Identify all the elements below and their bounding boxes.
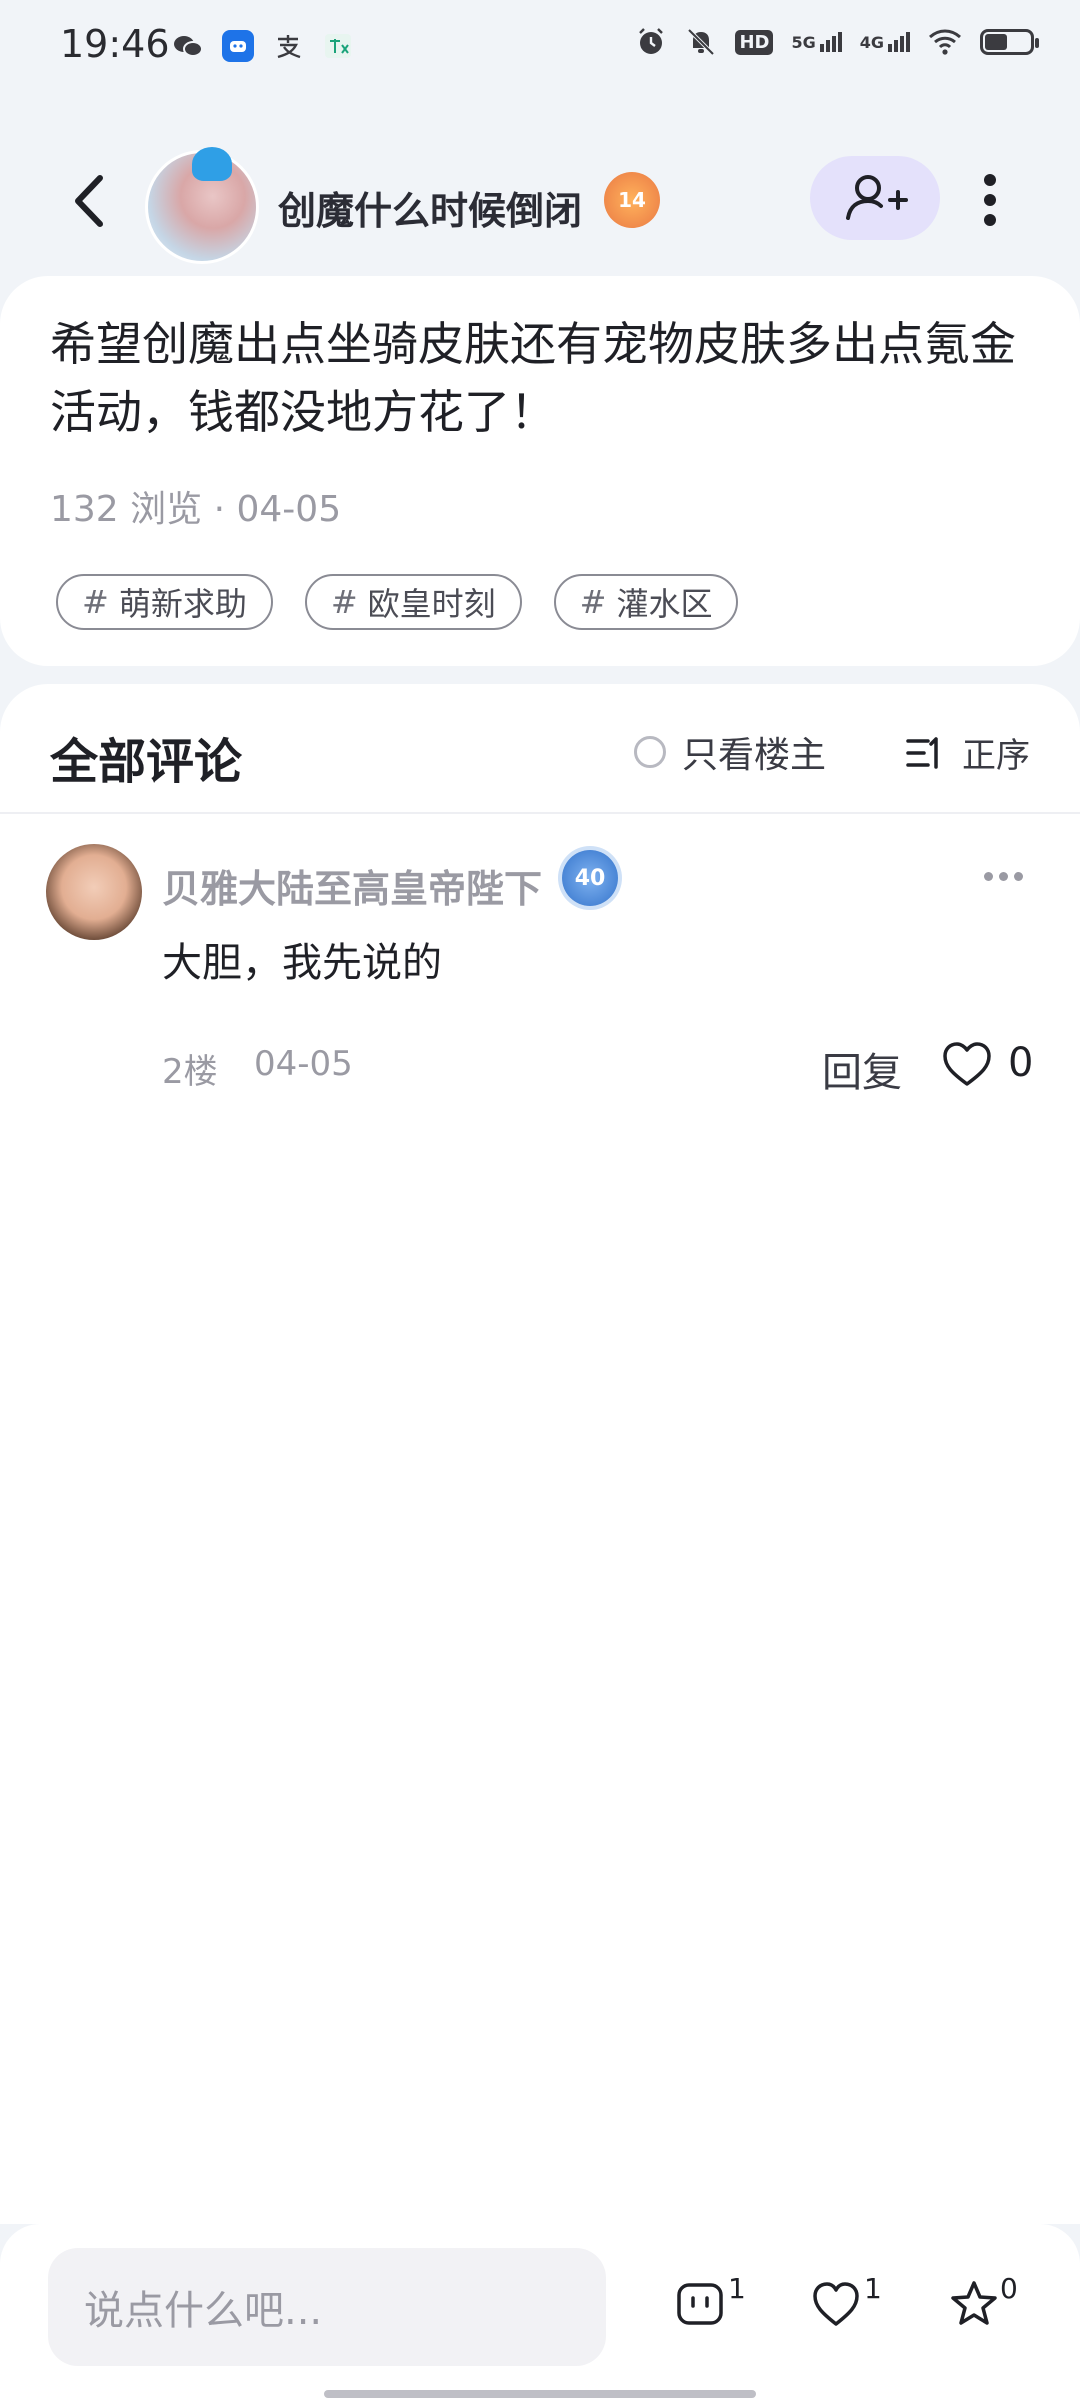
author-level-badge: 14 — [604, 172, 660, 228]
tag-chip[interactable]: # 灌水区 — [553, 574, 739, 630]
sort-icon — [906, 736, 938, 769]
post-header: 创魔什么时候倒闭 14 — [0, 140, 1080, 264]
home-indicator[interactable] — [324, 2390, 756, 2398]
app-icon — [222, 30, 254, 62]
hash-icon: # — [579, 583, 607, 621]
comment-floor: 2楼 — [162, 1052, 218, 1092]
favorite-count: 0 — [1000, 2272, 1018, 2305]
commenter-level-badge: 40 — [562, 850, 618, 906]
comments-title: 全部评论 — [50, 734, 243, 790]
4g-signal-icon: 4G — [860, 32, 910, 52]
comments-section: 全部评论 只看楼主 正序 贝雅大陆至高皇帝陛下 40 大胆，我先说的 2楼 04… — [0, 684, 1080, 2224]
translate-icon — [322, 30, 354, 62]
comment-icon — [677, 2283, 723, 2325]
post-meta: 132 浏览 · 04-05 — [50, 489, 342, 530]
chevron-left-icon — [75, 175, 103, 227]
sort-button[interactable]: 正序 — [904, 728, 1030, 777]
author-name[interactable]: 创魔什么时候倒闭 — [278, 180, 582, 235]
status-time: 19:46 — [60, 22, 170, 66]
comment-input[interactable]: 说点什么吧... — [48, 2248, 606, 2366]
hash-icon: # — [82, 583, 109, 621]
comment-button[interactable] — [674, 2278, 726, 2330]
reply-button[interactable]: 回复 — [822, 1040, 902, 1098]
comment-more-button[interactable] — [984, 872, 1023, 881]
commenter-name[interactable]: 贝雅大陆至高皇帝陛下 — [162, 858, 542, 913]
comment-count: 1 — [728, 2272, 746, 2305]
status-bar: 19:46 HD 5G 4G — [0, 0, 1080, 96]
heart-icon — [943, 1042, 991, 1086]
like-button[interactable] — [810, 2278, 862, 2330]
radio-icon — [634, 736, 666, 768]
alarm-icon — [639, 28, 664, 54]
star-icon — [951, 2281, 997, 2325]
tag-chip[interactable]: # 萌新求助 — [56, 574, 273, 630]
commenter-avatar[interactable] — [46, 844, 142, 940]
hash-icon: # — [330, 583, 358, 621]
only-author-toggle[interactable]: 只看楼主 — [634, 726, 826, 778]
like-count: 1 — [864, 2272, 882, 2305]
hd-icon: HD — [735, 29, 774, 55]
status-right-icons: HD 5G 4G — [635, 26, 1039, 58]
comment-like-count: 0 — [1008, 1040, 1034, 1086]
alipay-icon — [272, 30, 304, 62]
status-left-icons — [172, 30, 354, 62]
post-tags: # 萌新求助 # 欧皇时刻 # 灌水区 — [56, 574, 739, 630]
add-user-icon — [846, 175, 908, 220]
author-avatar[interactable] — [145, 147, 259, 264]
favorite-button[interactable] — [948, 2278, 1000, 2330]
follow-button[interactable] — [810, 156, 940, 240]
comment-date: 04-05 — [254, 1044, 353, 1084]
tag-chip[interactable]: # 欧皇时刻 — [304, 574, 522, 630]
post-card: 希望创魔出点坐骑皮肤还有宠物皮肤多出点氪金活动，钱都没地方花了！ 132 浏览 … — [0, 276, 1080, 666]
more-options-button[interactable] — [978, 170, 1002, 230]
battery-icon — [980, 29, 1039, 55]
bottom-action-bar: 说点什么吧... 1 1 0 — [0, 2224, 1080, 2404]
comment-like-button[interactable] — [940, 1040, 994, 1090]
wechat-icon — [172, 30, 204, 62]
comments-header: 全部评论 只看楼主 正序 — [0, 684, 1080, 814]
back-button[interactable] — [60, 166, 120, 236]
vertical-dots-icon — [984, 174, 996, 226]
comment-text: 大胆，我先说的 — [162, 940, 442, 986]
5g-signal-icon: 5G — [791, 32, 842, 52]
comment-item: 贝雅大陆至高皇帝陛下 40 大胆，我先说的 2楼 04-05 回复 0 — [0, 844, 1080, 1096]
post-content: 希望创魔出点坐骑皮肤还有宠物皮肤多出点氪金活动，钱都没地方花了！ — [50, 317, 1016, 439]
heart-icon — [813, 2282, 859, 2326]
silent-icon — [688, 28, 715, 56]
wifi-icon — [929, 29, 961, 55]
